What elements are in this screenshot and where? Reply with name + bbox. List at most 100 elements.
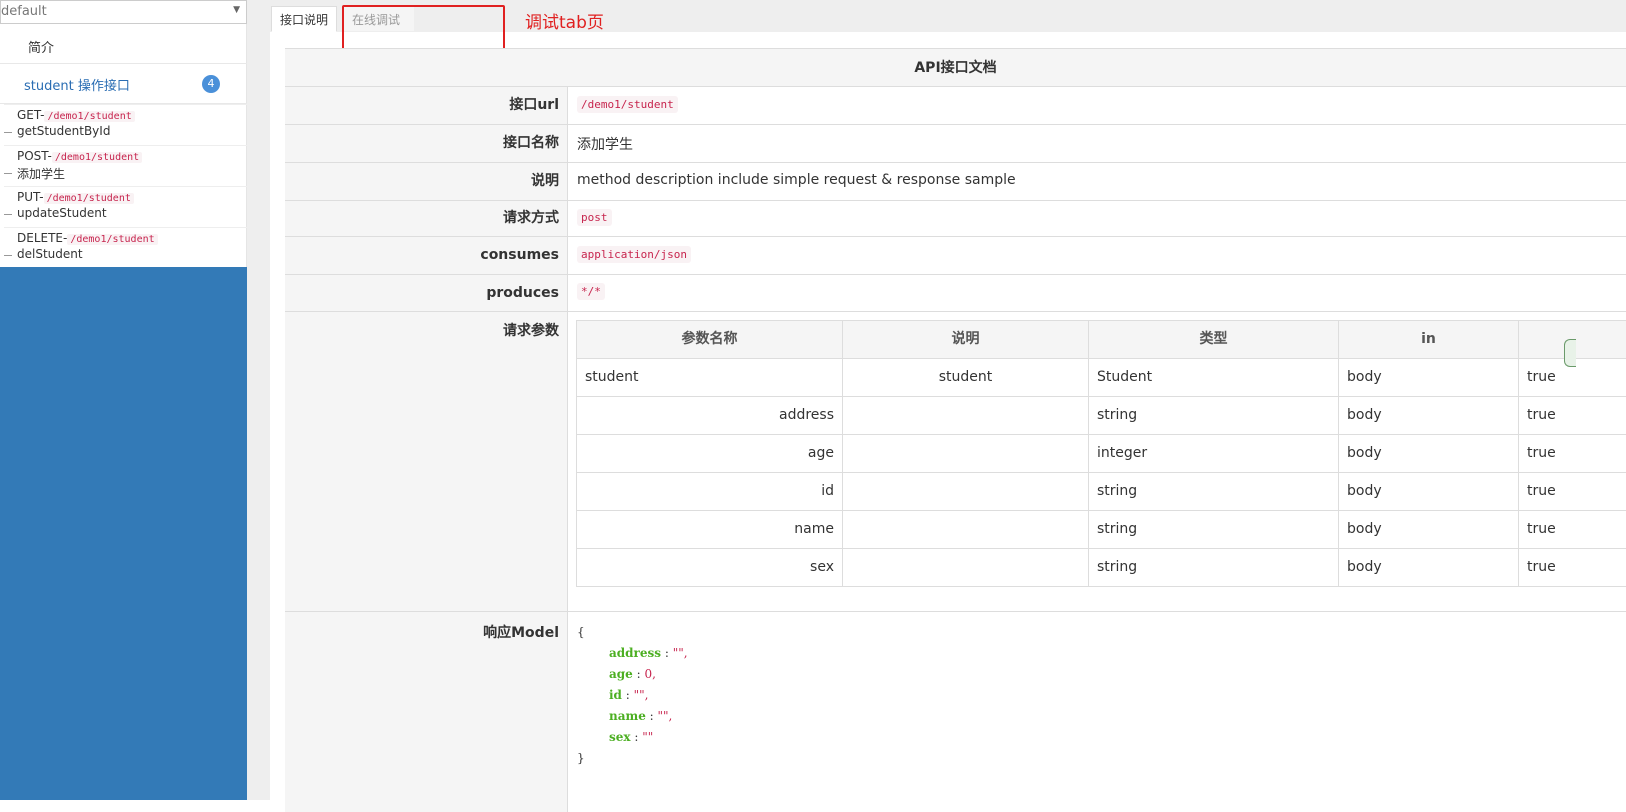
sidebar-item-label: student 操作接口 <box>24 79 130 94</box>
model-key: age <box>609 667 633 681</box>
sidebar-item-intro[interactable]: 简介 <box>0 24 247 64</box>
header-cell: 说明 <box>843 321 1089 358</box>
produces-value: */* <box>577 283 605 300</box>
group-select-value: default <box>1 4 47 19</box>
model-field: id : "", <box>577 685 688 706</box>
api-method: DELETE- <box>17 231 68 245</box>
model-field: sex : "" <box>577 727 688 748</box>
table-cell: name <box>577 511 843 548</box>
table-cell: body <box>1339 435 1519 472</box>
table-cell: true <box>1527 407 1556 423</box>
sidebar-item-student-tag[interactable]: student 操作接口 4 <box>0 64 247 104</box>
table-cell: true <box>1527 483 1556 499</box>
header-cell: in <box>1339 321 1519 358</box>
caret-down-icon: ▼ <box>233 5 240 15</box>
header-cell: 类型 <box>1089 321 1339 358</box>
table-row: student student Student body true <box>577 359 1626 397</box>
model-value: "", <box>657 709 673 723</box>
group-select[interactable]: default ▼ <box>0 0 247 24</box>
row-params: 请求参数 参数名称 说明 类型 in student student Student… <box>285 312 1626 612</box>
header-cell: 参数名称 <box>577 321 843 358</box>
table-cell: string <box>1089 511 1339 548</box>
row-key: produces <box>285 275 568 311</box>
params-header-row: 参数名称 说明 类型 in <box>577 321 1626 359</box>
table-cell: sex <box>577 549 843 586</box>
table-cell <box>843 549 1089 586</box>
desc-value: method description include simple reques… <box>577 172 1016 188</box>
row-produces: produces */* <box>285 275 1626 312</box>
table-cell: student <box>843 359 1089 396</box>
tree-line-icon <box>4 173 12 174</box>
model-sep: : <box>630 730 643 744</box>
sidebar-menu: default ▼ 简介 student 操作接口 4 GET-/demo1/s… <box>0 0 247 267</box>
tree-line-icon <box>4 255 12 256</box>
table-cell: string <box>1089 473 1339 510</box>
table-cell: body <box>1339 473 1519 510</box>
api-item-post[interactable]: POST-/demo1/student 添加学生 <box>4 145 247 185</box>
api-item-get[interactable]: GET-/demo1/student getStudentById <box>4 104 247 144</box>
model-key: sex <box>609 730 631 744</box>
table-cell: address <box>577 397 843 434</box>
row-method: 请求方式 post <box>285 201 1626 237</box>
row-key: 响应Model <box>285 612 568 812</box>
model-sep: : <box>632 667 645 681</box>
count-badge: 4 <box>202 75 220 93</box>
api-path: /demo1/student <box>43 193 134 204</box>
model-sep: : <box>645 709 658 723</box>
api-name: updateStudent <box>17 206 107 220</box>
table-cell: true <box>1527 445 1556 461</box>
row-name: 接口名称 添加学生 <box>285 125 1626 163</box>
doc-title: API接口文档 <box>285 49 1626 87</box>
api-item-put[interactable]: PUT-/demo1/student updateStudent <box>4 186 247 226</box>
model-field: address : "", <box>577 643 688 664</box>
table-cell: body <box>1339 549 1519 586</box>
row-consumes: consumes application/json <box>285 237 1626 275</box>
api-method: GET- <box>17 108 45 122</box>
api-doc-table: API接口文档 接口url /demo1/student 接口名称 添加学生 说… <box>285 48 1626 812</box>
table-cell: body <box>1339 397 1519 434</box>
table-cell <box>843 397 1089 434</box>
name-value: 添加学生 <box>577 137 633 153</box>
row-key: 请求方式 <box>285 201 568 236</box>
table-row: id string body true <box>577 473 1626 511</box>
sidebar-item-label: 简介 <box>28 41 55 56</box>
table-row: name string body true <box>577 511 1626 549</box>
method-value: post <box>577 209 612 226</box>
table-cell: string <box>1089 397 1339 434</box>
api-name: 添加学生 <box>17 167 66 181</box>
params-table: 参数名称 说明 类型 in student student Student body t… <box>576 320 1626 587</box>
api-item-delete[interactable]: DELETE-/demo1/student delStudent <box>4 227 247 267</box>
url-value: /demo1/student <box>577 96 678 113</box>
model-key: address <box>609 646 662 660</box>
api-method: PUT- <box>17 190 44 204</box>
row-key: consumes <box>285 237 568 274</box>
table-cell: true <box>1527 559 1556 575</box>
model-open: { <box>577 625 585 639</box>
floating-handle[interactable] <box>1564 339 1576 367</box>
consumes-value: application/json <box>577 246 691 263</box>
api-name: getStudentById <box>17 124 111 138</box>
model-field: age : 0, <box>577 664 688 685</box>
sidebar: default ▼ 简介 student 操作接口 4 GET-/demo1/s… <box>0 0 247 800</box>
tab-doc[interactable]: 接口说明 <box>271 6 338 32</box>
table-cell <box>843 511 1089 548</box>
model-field: name : "", <box>577 706 688 727</box>
row-key: 说明 <box>285 163 568 200</box>
model-key: name <box>609 709 646 723</box>
model-value: 0, <box>644 667 656 681</box>
annotation-text: 调试tab页 <box>525 13 604 33</box>
table-cell: student <box>577 359 843 396</box>
table-row: address string body true <box>577 397 1626 435</box>
api-path: /demo1/student <box>67 234 158 245</box>
model-key: id <box>609 688 622 702</box>
table-row: sex string body true <box>577 549 1626 587</box>
table-cell <box>843 473 1089 510</box>
row-desc: 说明 method description include simple req… <box>285 163 1626 201</box>
api-path: /demo1/student <box>51 152 143 163</box>
table-cell: body <box>1339 359 1519 396</box>
api-name: delStudent <box>17 247 83 261</box>
model-sep: : <box>661 646 673 660</box>
table-cell: age <box>577 435 843 472</box>
table-cell: integer <box>1089 435 1339 472</box>
table-cell: true <box>1527 521 1556 537</box>
